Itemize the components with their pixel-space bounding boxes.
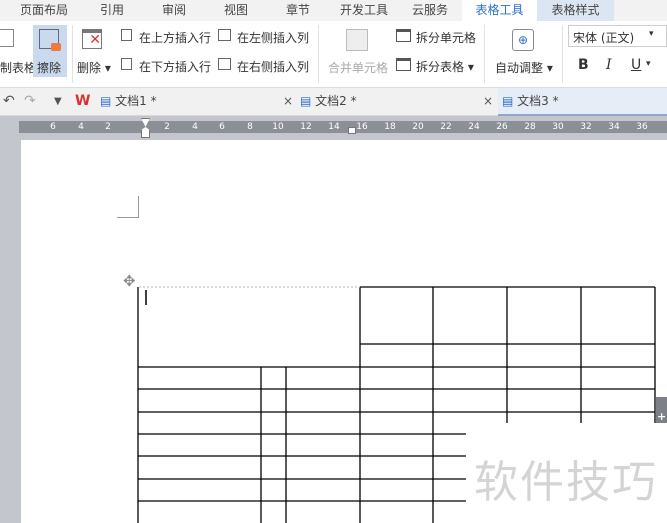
watermark-text: 软件技巧 xyxy=(474,457,658,508)
add-row-button[interactable]: + xyxy=(656,397,667,423)
